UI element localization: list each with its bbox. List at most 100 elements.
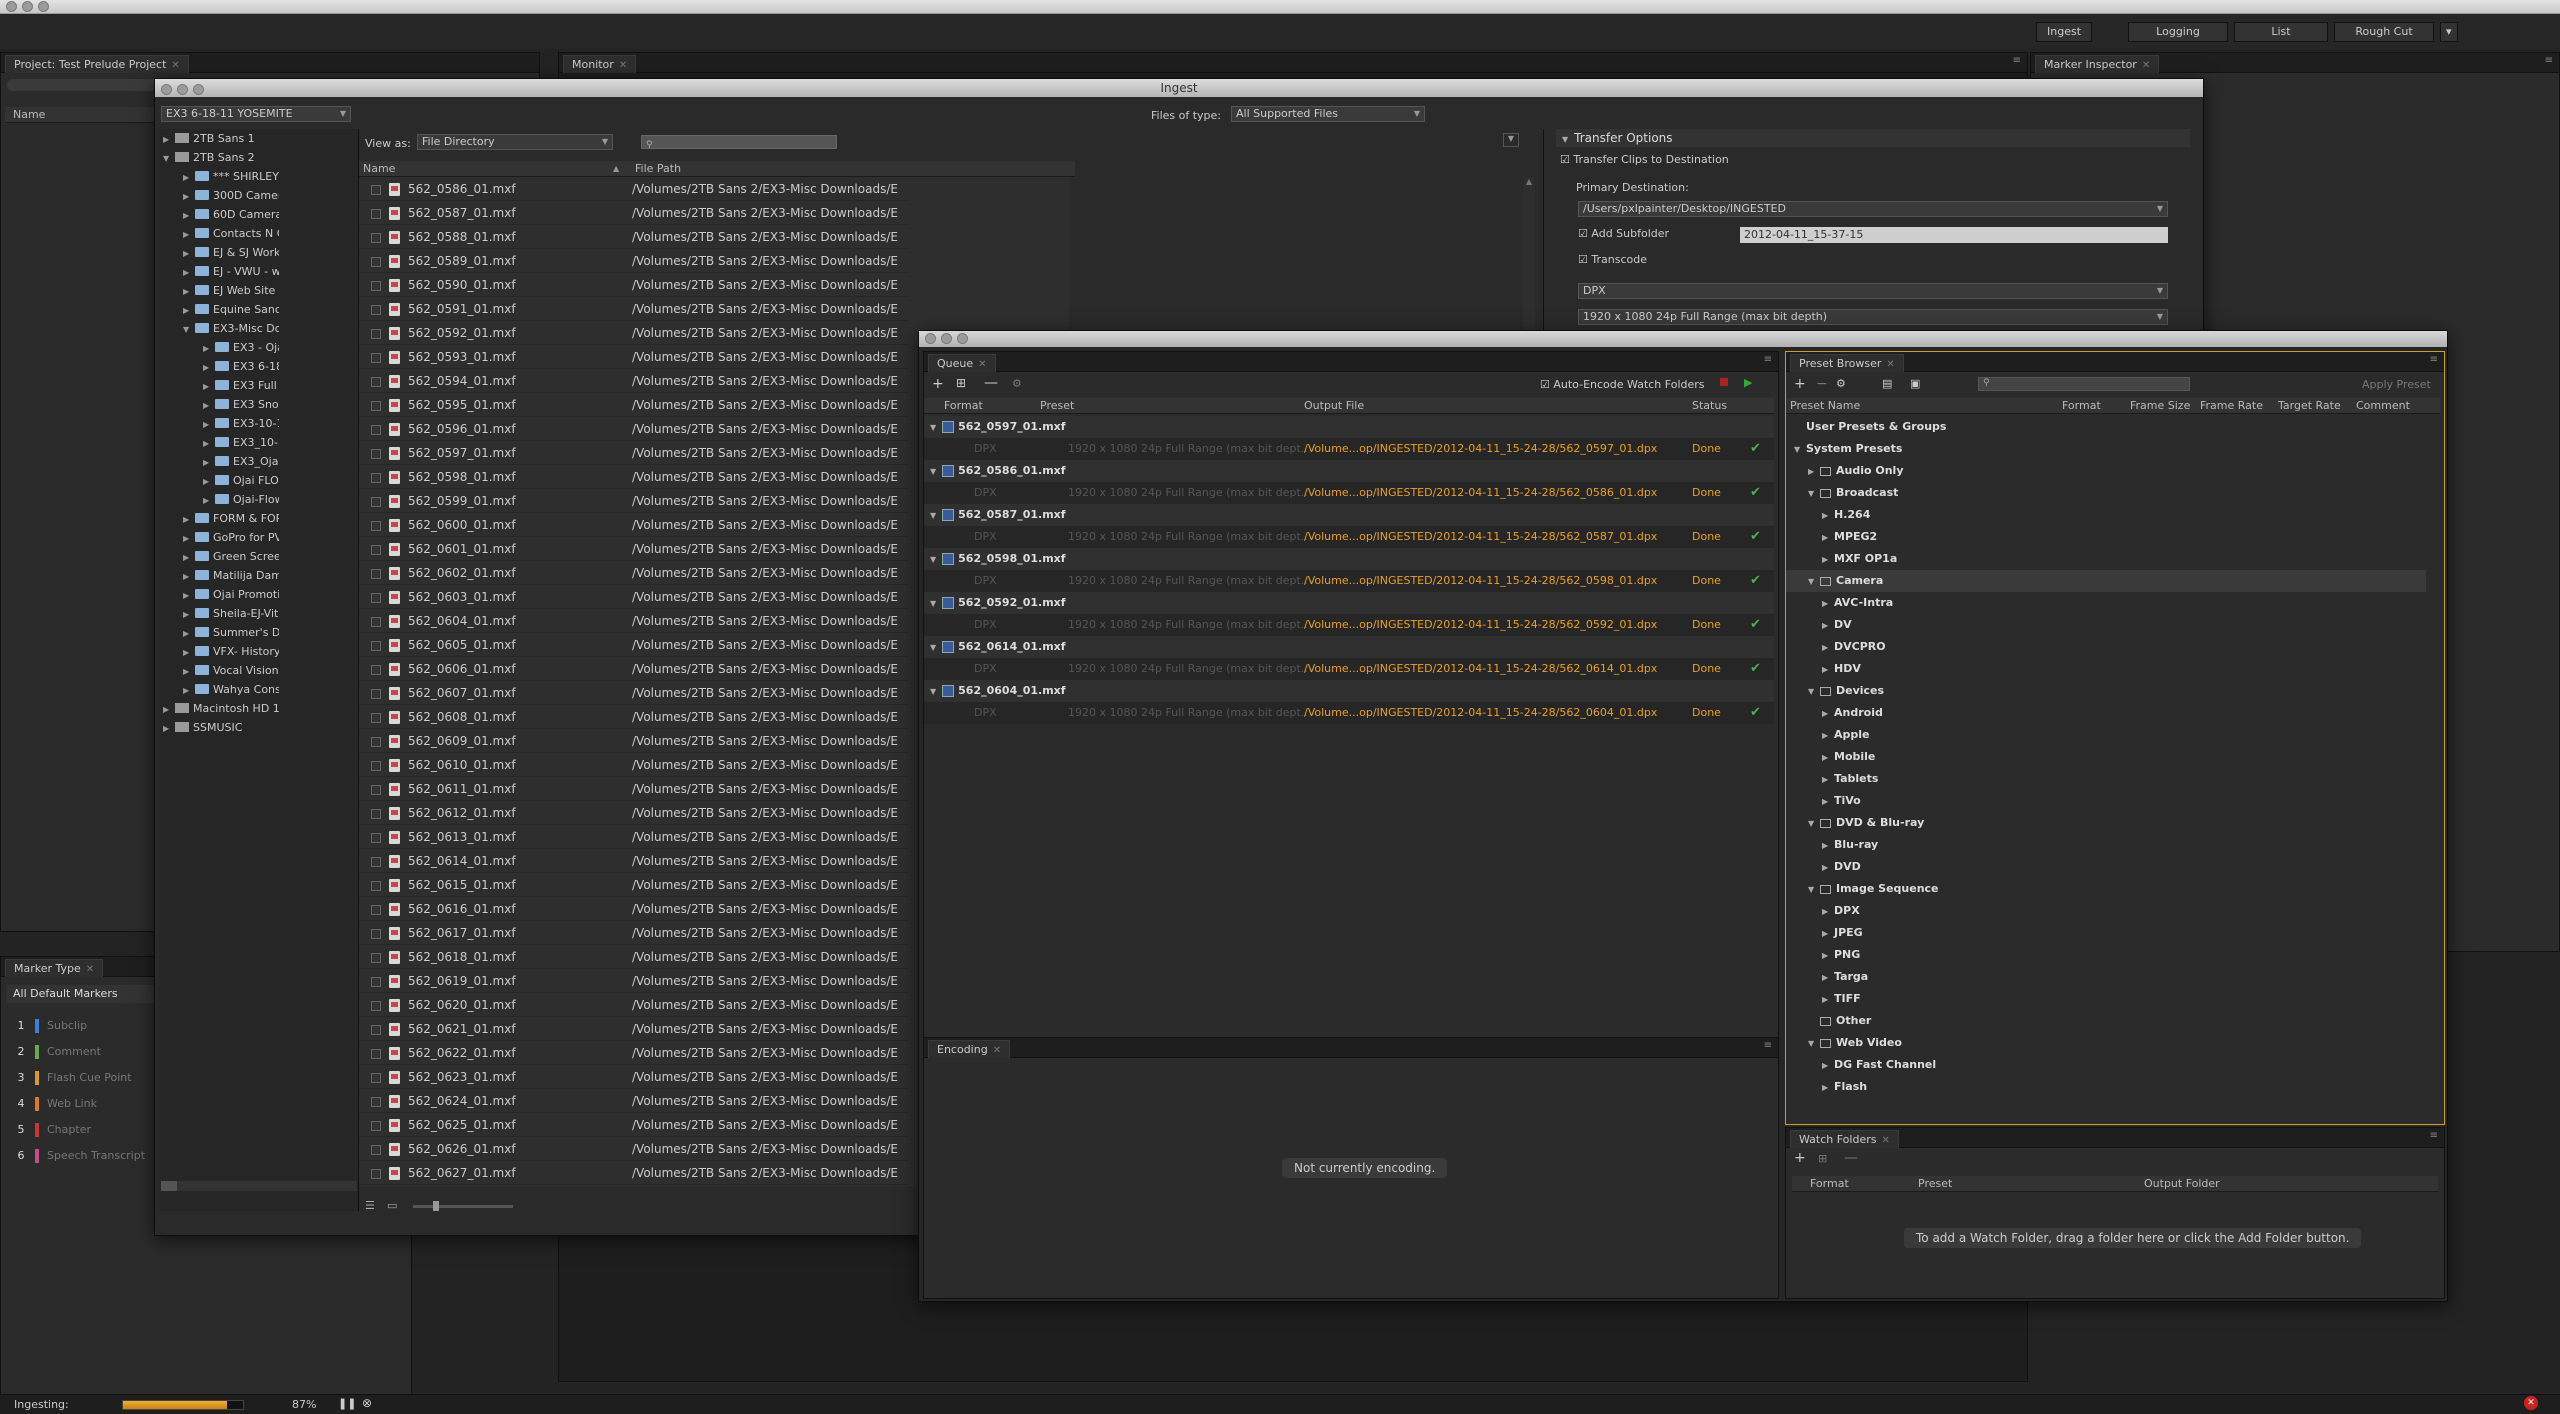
preset-row[interactable]: ▶ HDV xyxy=(1786,658,2426,680)
apply-preset-button[interactable]: Apply Preset xyxy=(2362,378,2431,391)
format-value[interactable]: DPX xyxy=(974,658,997,680)
file-checkbox[interactable] xyxy=(371,592,381,603)
preset-scrollbar[interactable] xyxy=(2430,416,2442,1106)
preset-row[interactable]: ▶ MXF OP1a xyxy=(1786,548,2426,570)
preset-row[interactable]: ▶ TiVo xyxy=(1786,790,2426,812)
collapse-icon[interactable]: ▼ xyxy=(930,687,936,696)
output-file-link[interactable]: /Volume...op/INGESTED/2012-04-11_15-24-2… xyxy=(1304,614,1657,636)
disclosure-triangle-icon[interactable]: ▶ xyxy=(1822,835,1834,857)
disclosure-triangle-icon[interactable]: ▶ xyxy=(203,434,213,452)
disclosure-triangle-icon[interactable]: ▶ xyxy=(163,130,173,148)
tree-item[interactable]: ▼ 2TB Sans 2 xyxy=(159,148,279,167)
disclosure-triangle-icon[interactable]: ▶ xyxy=(1822,923,1834,945)
file-checkbox[interactable] xyxy=(371,184,381,195)
disclosure-triangle-icon[interactable]: ▶ xyxy=(183,225,193,243)
tree-item[interactable]: ▶ 2TB Sans 1 xyxy=(159,129,279,148)
col-name-header[interactable]: Name xyxy=(363,161,395,177)
file-checkbox[interactable] xyxy=(371,808,381,819)
zoom-slider-handle[interactable] xyxy=(433,1201,439,1211)
disclosure-triangle-icon[interactable]: ▶ xyxy=(183,548,193,566)
file-row[interactable]: 562_0618_01.mxf/Volumes/2TB Sans 2/EX3-M… xyxy=(359,945,909,969)
logging-button[interactable]: Logging xyxy=(2128,22,2228,42)
preset-row[interactable]: ▶ Targa xyxy=(1786,966,2426,988)
file-row[interactable]: 562_0596_01.mxf/Volumes/2TB Sans 2/EX3-M… xyxy=(359,417,909,441)
preset-search-input[interactable]: ⚲ xyxy=(1978,377,2190,391)
add-folder-icon[interactable]: + xyxy=(1794,1150,1806,1166)
tab-project[interactable]: Project: Test Prelude Project ✕ xyxy=(5,55,189,73)
output-file-link[interactable]: /Volume...op/INGESTED/2012-04-11_15-24-2… xyxy=(1304,570,1657,592)
file-checkbox[interactable] xyxy=(371,904,381,915)
file-row[interactable]: 562_0607_01.mxf/Volumes/2TB Sans 2/EX3-M… xyxy=(359,681,909,705)
icon-view-icon[interactable]: ▭ xyxy=(387,1199,397,1212)
disclosure-triangle-icon[interactable]: ▶ xyxy=(183,187,193,205)
scroll-thumb[interactable] xyxy=(161,1181,177,1191)
file-row[interactable]: 562_0602_01.mxf/Volumes/2TB Sans 2/EX3-M… xyxy=(359,561,909,585)
file-checkbox[interactable] xyxy=(371,1120,381,1131)
scroll-up-icon[interactable]: ▲ xyxy=(1523,177,1535,186)
preset-value[interactable]: 1920 x 1080 24p Full Range (max bit dept… xyxy=(1068,570,1308,592)
preset-row[interactable]: ▼ Web Video xyxy=(1786,1032,2426,1054)
disclosure-triangle-icon[interactable]: ▶ xyxy=(183,263,193,281)
format-value[interactable]: DPX xyxy=(974,482,997,504)
queue-item[interactable]: ▼ 562_0597_01.mxf DPX 1920 x 1080 24p Full … xyxy=(924,416,1774,460)
close-icon[interactable]: ✕ xyxy=(2142,60,2150,71)
preset-row[interactable]: ▼ System Presets xyxy=(1786,438,2426,460)
preset-row[interactable]: ▶ Flash xyxy=(1786,1076,2426,1098)
queue-item-detail[interactable]: DPX 1920 x 1080 24p Full Range (max bit d… xyxy=(924,658,1774,680)
file-row[interactable]: 562_0621_01.mxf/Volumes/2TB Sans 2/EX3-M… xyxy=(359,1017,909,1041)
disclosure-triangle-icon[interactable]: ▶ xyxy=(203,415,213,433)
tree-item[interactable]: ▶ Ojai-Flow_GSW_Meet xyxy=(159,490,279,509)
preset-row[interactable]: ▼ Broadcast xyxy=(1786,482,2426,504)
file-checkbox[interactable] xyxy=(371,760,381,771)
add-subfolder-checkbox[interactable]: ☑ Add Subfolder xyxy=(1578,227,1669,240)
file-row[interactable]: 562_0612_01.mxf/Volumes/2TB Sans 2/EX3-M… xyxy=(359,801,909,825)
disclosure-triangle-icon[interactable]: ▶ xyxy=(1822,549,1834,571)
tree-item[interactable]: ▶ SSMUSIC xyxy=(159,718,279,737)
col-target-rate[interactable]: Target Rate xyxy=(2278,398,2341,414)
marker-type-item[interactable]: 5 Chapter xyxy=(7,1117,157,1143)
disclosure-triangle-icon[interactable]: ▶ xyxy=(183,244,193,262)
disclosure-triangle-icon[interactable]: ▶ xyxy=(183,643,193,661)
tree-item[interactable]: ▼ EX3-Misc Downloads xyxy=(159,319,279,338)
file-checkbox[interactable] xyxy=(371,424,381,435)
preset-value[interactable]: 1920 x 1080 24p Full Range (max bit dept… xyxy=(1068,614,1308,636)
format-value[interactable]: DPX xyxy=(974,438,997,460)
queue-item-header[interactable]: ▼ 562_0614_01.mxf xyxy=(924,636,1774,658)
queue-item[interactable]: ▼ 562_0586_01.mxf DPX 1920 x 1080 24p Full … xyxy=(924,460,1774,504)
disclosure-triangle-icon[interactable]: ▶ xyxy=(1822,1077,1834,1099)
queue-item-header[interactable]: ▼ 562_0604_01.mxf xyxy=(924,680,1774,702)
queue-item-detail[interactable]: DPX 1920 x 1080 24p Full Range (max bit d… xyxy=(924,526,1774,548)
file-checkbox[interactable] xyxy=(371,976,381,987)
tree-item[interactable]: ▶ EX3_10-30-11_RECT xyxy=(159,433,279,452)
panel-menu-icon[interactable]: ≡ xyxy=(2430,354,2438,365)
marker-type-item[interactable]: 4 Web Link xyxy=(7,1091,157,1117)
list-view-icon[interactable]: ☰ xyxy=(365,1199,375,1212)
file-row[interactable]: 562_0605_01.mxf/Volumes/2TB Sans 2/EX3-M… xyxy=(359,633,909,657)
preset-value[interactable]: 1920 x 1080 24p Full Range (max bit dept… xyxy=(1068,526,1308,548)
tree-item[interactable]: ▶ EX3-10-15-11 xyxy=(159,414,279,433)
file-checkbox[interactable] xyxy=(371,1144,381,1155)
collapse-icon[interactable]: ▼ xyxy=(930,423,936,432)
file-checkbox[interactable] xyxy=(371,1024,381,1035)
close-icon[interactable]: ✕ xyxy=(1886,359,1894,370)
add-source-icon[interactable]: + xyxy=(932,376,944,392)
duplicate-icon[interactable]: ⊞ xyxy=(1818,1152,1827,1165)
file-row[interactable]: 562_0622_01.mxf/Volumes/2TB Sans 2/EX3-M… xyxy=(359,1041,909,1065)
panel-menu-icon[interactable]: ≡ xyxy=(1764,1040,1772,1051)
queue-item-header[interactable]: ▼ 562_0586_01.mxf xyxy=(924,460,1774,482)
preset-row[interactable]: ▶ DV xyxy=(1786,614,2426,636)
file-row[interactable]: 562_0620_01.mxf/Volumes/2TB Sans 2/EX3-M… xyxy=(359,993,909,1017)
import-preset-icon[interactable]: ▤ xyxy=(1882,377,1892,390)
transcode-checkbox[interactable]: ☑ Transcode xyxy=(1578,253,1647,266)
window-controls[interactable] xyxy=(6,1,54,15)
remove-preset-icon[interactable]: − xyxy=(1816,376,1828,392)
close-icon[interactable]: ✕ xyxy=(619,60,627,71)
window-controls[interactable] xyxy=(161,82,209,100)
tree-item[interactable]: ▶ Macintosh HD 1TB Internal xyxy=(159,699,279,718)
disclosure-triangle-icon[interactable]: ▶ xyxy=(183,168,193,186)
file-row[interactable]: 562_0601_01.mxf/Volumes/2TB Sans 2/EX3-M… xyxy=(359,537,909,561)
file-row[interactable]: 562_0591_01.mxf/Volumes/2TB Sans 2/EX3-M… xyxy=(359,297,909,321)
col-format[interactable]: Format xyxy=(2062,398,2101,414)
file-checkbox[interactable] xyxy=(371,328,381,339)
queue-item-detail[interactable]: DPX 1920 x 1080 24p Full Range (max bit d… xyxy=(924,614,1774,636)
